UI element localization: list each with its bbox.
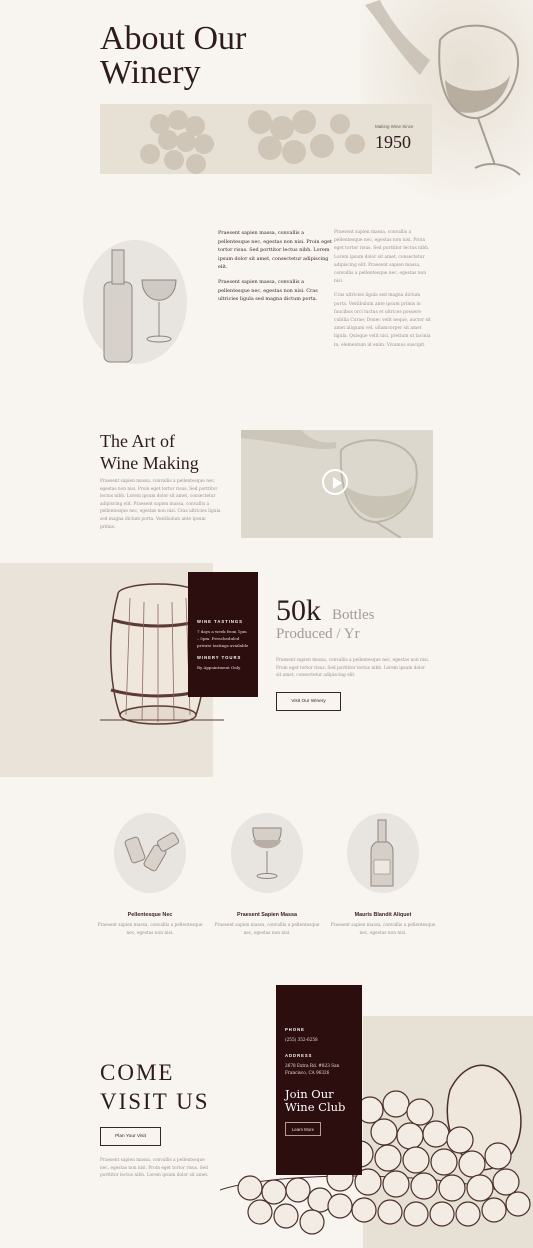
bottles-unit: Bottles [332, 607, 375, 623]
page-title: About Our Winery [100, 22, 246, 90]
since-label: Making Wine Since [375, 124, 414, 129]
contact-card: PHONE (255) 352-6258 ADDRESS 2678 Extra … [276, 985, 362, 1175]
play-icon[interactable] [322, 469, 348, 495]
tours-label: WINERY TOURS [197, 655, 242, 660]
produced-per-year: Produced / Yr [276, 626, 360, 642]
feature-description: Praesent sapien massa, convallis a pelle… [97, 923, 203, 936]
since-year: 1950 [375, 132, 411, 152]
feature-item: Mauris Blandit Aliquet Praesent sapien m… [328, 912, 438, 937]
address-label: ADDRESS [285, 1053, 313, 1058]
phone-label: PHONE [285, 1027, 305, 1032]
wine-club-title: Join Our Wine Club [285, 1088, 362, 1114]
tastings-info-card: WINE TASTINGS 7 days a week from 1pm – 5… [188, 572, 258, 697]
feature-item: Pellentesque Nec Praesent sapien massa, … [95, 912, 205, 937]
feature-item: Praesent Sapien Massa Praesent sapien ma… [212, 912, 322, 937]
feature-title: Praesent Sapien Massa [237, 912, 297, 918]
about-text-column-1: Praesent sapien massa, convallis a pelle… [218, 229, 333, 310]
phone-number[interactable]: (255) 352-6258 [285, 1036, 353, 1043]
wine-bottle-illustration [347, 813, 419, 893]
wine-glass-illustration [231, 813, 303, 893]
about-text-column-2: Praesent sapien massa, convallis a pelle… [334, 229, 434, 356]
about-paragraph: Praesent sapien massa, convallis a pelle… [218, 230, 332, 271]
wine-club-title-line2: Wine Club [285, 1100, 346, 1114]
tastings-label: WINE TASTINGS [197, 619, 243, 624]
visit-title-line1: COME [100, 1060, 175, 1085]
page-title-line2: Winery [100, 54, 201, 91]
about-paragraph: Cras ultricies ligula sed magna dictum p… [334, 293, 431, 348]
feature-description: Praesent sapien massa, convallis a pelle… [214, 923, 320, 936]
art-title-line1: The Art of [100, 431, 175, 451]
bottle-and-glass-sketch [83, 240, 187, 364]
visit-title: COME VISIT US [100, 1058, 210, 1116]
plan-visit-button[interactable]: Plan Your Visit [100, 1127, 161, 1146]
art-title-line2: Wine Making [100, 453, 199, 473]
art-section-body: Praesent sapien massa, convallis a pelle… [100, 479, 221, 530]
art-section-title: The Art of Wine Making [100, 430, 199, 474]
about-paragraph: Praesent sapien massa, convallis a pelle… [218, 278, 318, 303]
feature-description: Praesent sapien massa, convallis a pelle… [330, 923, 436, 936]
feature-title: Pellentesque Nec [127, 912, 173, 918]
grapes-illustration [220, 1064, 531, 1235]
page-title-line1: About Our [100, 20, 247, 57]
visit-winery-button[interactable]: Visit Our Winery [276, 692, 341, 711]
bottles-count: 50k [276, 594, 321, 627]
feature-title: Mauris Blandit Aliquet [354, 912, 412, 918]
production-body: Praesent sapien massa, convallis a pelle… [276, 658, 430, 679]
learn-more-button[interactable]: Learn More [285, 1122, 321, 1136]
tours-text: By Appointment Only [197, 665, 241, 670]
corks-illustration [114, 813, 186, 893]
about-paragraph: Praesent sapien massa, convallis a pelle… [334, 230, 430, 285]
visit-title-line2: VISIT US [100, 1089, 210, 1114]
visit-body: Praesent sapien massa, convallis a pelle… [100, 1158, 209, 1179]
address-text: 2678 Extra Rd. #823 San Francisco, CA 96… [285, 1063, 340, 1075]
tastings-text: 7 days a week from 1pm – 5pm. Preschedul… [197, 629, 249, 648]
